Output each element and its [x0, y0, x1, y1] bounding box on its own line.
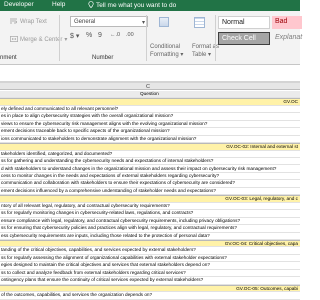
question-cell: ement decisions influenced by a comprehe…: [1, 187, 216, 193]
question-cell: cess to monitor changes in the needs and…: [1, 172, 220, 178]
question-cell: communication and collaboration with sta…: [1, 180, 235, 186]
section-title: GV.OC-05: Outcomes, capabi: [236, 285, 298, 291]
question-row[interactable]: ions communicated to stakeholders to dem…: [0, 135, 300, 144]
column-header-c[interactable]: C: [146, 84, 150, 90]
merge-center-icon: [10, 36, 18, 42]
question-cell: tanding of the critical objectives, capa…: [1, 247, 196, 253]
section-row[interactable]: GV.OC-04: Critical objectives, capa: [0, 240, 300, 248]
lightbulb-icon: [88, 1, 94, 8]
comma-style-button[interactable]: 9: [98, 32, 102, 39]
merge-center-label: Merge & Center: [20, 37, 63, 43]
tell-me-label: Tell me what you want to do: [96, 2, 177, 9]
question-row[interactable]: es in place to align cybersecurity strat…: [0, 113, 300, 121]
section-title: GV.OC-02: Internal and external st: [226, 144, 298, 150]
increase-decimal-button[interactable]: ←.0: [110, 32, 120, 38]
section-row[interactable]: GV.OC-03: Legal, regulatory, and c: [0, 195, 300, 203]
question-cell: of the outcomes, capabilities, and servi…: [1, 292, 153, 298]
section-row[interactable]: GV.OC-02: Internal and external st: [0, 143, 300, 151]
style-normal[interactable]: Normal: [218, 16, 270, 29]
question-cell: d with stakeholders to understand change…: [1, 165, 277, 171]
section-row[interactable]: GV.OC: [0, 98, 300, 106]
question-row[interactable]: ss for gathering and understanding the c…: [0, 158, 300, 166]
ribbon-home: Wrap Text Merge & Center ▾ nment General …: [0, 11, 302, 65]
header-row[interactable]: Question: [0, 91, 300, 99]
number-format-select[interactable]: General ▾: [70, 16, 148, 27]
tell-me-search[interactable]: Tell me what you want to do: [88, 1, 176, 9]
group-divider: [215, 15, 216, 61]
wrap-text-icon: [10, 18, 17, 24]
question-cell: ely defined and communicated to all rele…: [1, 105, 119, 111]
style-explanatory[interactable]: Explanat: [272, 32, 302, 45]
wrap-text-label: Wrap Text: [20, 19, 47, 25]
question-row[interactable]: ontingency plans that ensure the continu…: [0, 277, 300, 285]
conditional-formatting-label-1[interactable]: Conditional: [150, 44, 180, 50]
question-cell: ement decisions traceable back to specif…: [1, 128, 170, 134]
question-row[interactable]: ement decisions influenced by a comprehe…: [0, 187, 300, 196]
question-cell: views to ensure the cybersecurity risk m…: [1, 120, 208, 126]
tab-help[interactable]: Help: [52, 1, 65, 8]
question-cell: ensure compliance with legal, regulatory…: [1, 217, 241, 223]
question-row[interactable]: ensure compliance with legal, regulatory…: [0, 217, 300, 226]
group-divider: [59, 15, 60, 61]
ribbon-tab-bar: Developer Help Tell me what you want to …: [0, 0, 300, 11]
question-cell: ess cybersecurity requirements are input…: [1, 232, 210, 238]
question-row[interactable]: takeholders identified, categorized, and…: [0, 150, 300, 159]
chevron-down-icon: ▾: [141, 19, 145, 26]
question-cell: ss for gathering and understanding the c…: [1, 158, 214, 164]
question-cell: ss for ensuring that cybersecurity polic…: [1, 225, 237, 231]
header-cell: Question: [140, 91, 159, 96]
question-row[interactable]: ntory of all relevant legal, regulatory,…: [0, 202, 300, 211]
format-as-table-label-2[interactable]: Table ▾: [192, 51, 211, 58]
number-format-buttons: $ ▾ % 9 ←.0 .00: [70, 32, 150, 44]
question-row[interactable]: ss to collect and analyze feedback from …: [0, 269, 300, 278]
question-row[interactable]: views to ensure the cybersecurity risk m…: [0, 120, 300, 129]
question-cell: takeholders identified, categorized, and…: [1, 150, 113, 156]
question-row[interactable]: ement decisions traceable back to specif…: [0, 128, 300, 136]
percent-button[interactable]: %: [86, 32, 92, 39]
section-title: GV.OC-04: Critical objectives, capa: [224, 241, 298, 246]
format-as-table-icon[interactable]: [194, 17, 205, 28]
section-title: GV.OC: [283, 99, 298, 105]
question-row[interactable]: cess to monitor changes in the needs and…: [0, 172, 300, 181]
conditional-formatting-label-2[interactable]: Formatting ▾: [150, 51, 183, 58]
column-header-row: C: [0, 82, 300, 90]
style-check-cell[interactable]: Check Cell: [218, 32, 270, 45]
number-group-label: Number: [92, 55, 114, 61]
decrease-decimal-button[interactable]: .00: [126, 32, 134, 38]
section-title: GV.OC-03: Legal, regulatory, and c: [225, 196, 298, 202]
question-row[interactable]: d with stakeholders to understand change…: [0, 166, 300, 173]
question-cell: egies designed to maintain the critical …: [1, 262, 210, 268]
question-row[interactable]: ss for regularly monitoring changes in c…: [0, 210, 300, 218]
question-cell: ions communicated to stakeholders to dem…: [1, 135, 197, 141]
tab-developer[interactable]: Developer: [4, 1, 34, 8]
currency-button[interactable]: $ ▾: [70, 32, 79, 40]
question-row[interactable]: egies designed to maintain the critical …: [0, 262, 300, 270]
question-row[interactable]: communication and collaboration with sta…: [0, 180, 300, 188]
question-row[interactable]: tanding of the critical objectives, capa…: [0, 247, 300, 255]
alignment-group-label: nment: [0, 55, 17, 61]
wrap-text-button[interactable]: Wrap Text: [10, 18, 47, 25]
question-cell: ss to collect and analyze feedback from …: [1, 269, 186, 275]
formula-bar-area: [0, 65, 300, 82]
question-row[interactable]: of the outcomes, capabilities, and servi…: [0, 292, 300, 300]
section-row[interactable]: GV.OC-05: Outcomes, capabi: [0, 284, 300, 293]
merge-dropdown-arrow[interactable]: ▾: [64, 37, 67, 43]
sheet-grid: Question GV.OC ely defined and communicate…: [0, 91, 300, 300]
question-row[interactable]: ess cybersecurity requirements are input…: [0, 233, 300, 240]
group-divider: [146, 15, 147, 61]
question-cell: ss for regularly assessing the alignment…: [1, 254, 227, 260]
style-bad[interactable]: Bad: [272, 16, 302, 29]
conditional-formatting-icon[interactable]: [159, 17, 169, 27]
question-cell: es in place to align cybersecurity strat…: [1, 113, 174, 119]
question-cell: ntory of all relevant legal, regulatory,…: [1, 202, 170, 208]
number-format-value: General: [74, 18, 96, 25]
question-cell: ss for regularly monitoring changes in c…: [1, 210, 194, 216]
question-row[interactable]: ss for ensuring that cybersecurity polic…: [0, 225, 300, 233]
question-row[interactable]: ely defined and communicated to all rele…: [0, 105, 300, 114]
question-cell: ontingency plans that ensure the continu…: [1, 277, 204, 283]
question-row[interactable]: ss for regularly assessing the alignment…: [0, 254, 300, 263]
